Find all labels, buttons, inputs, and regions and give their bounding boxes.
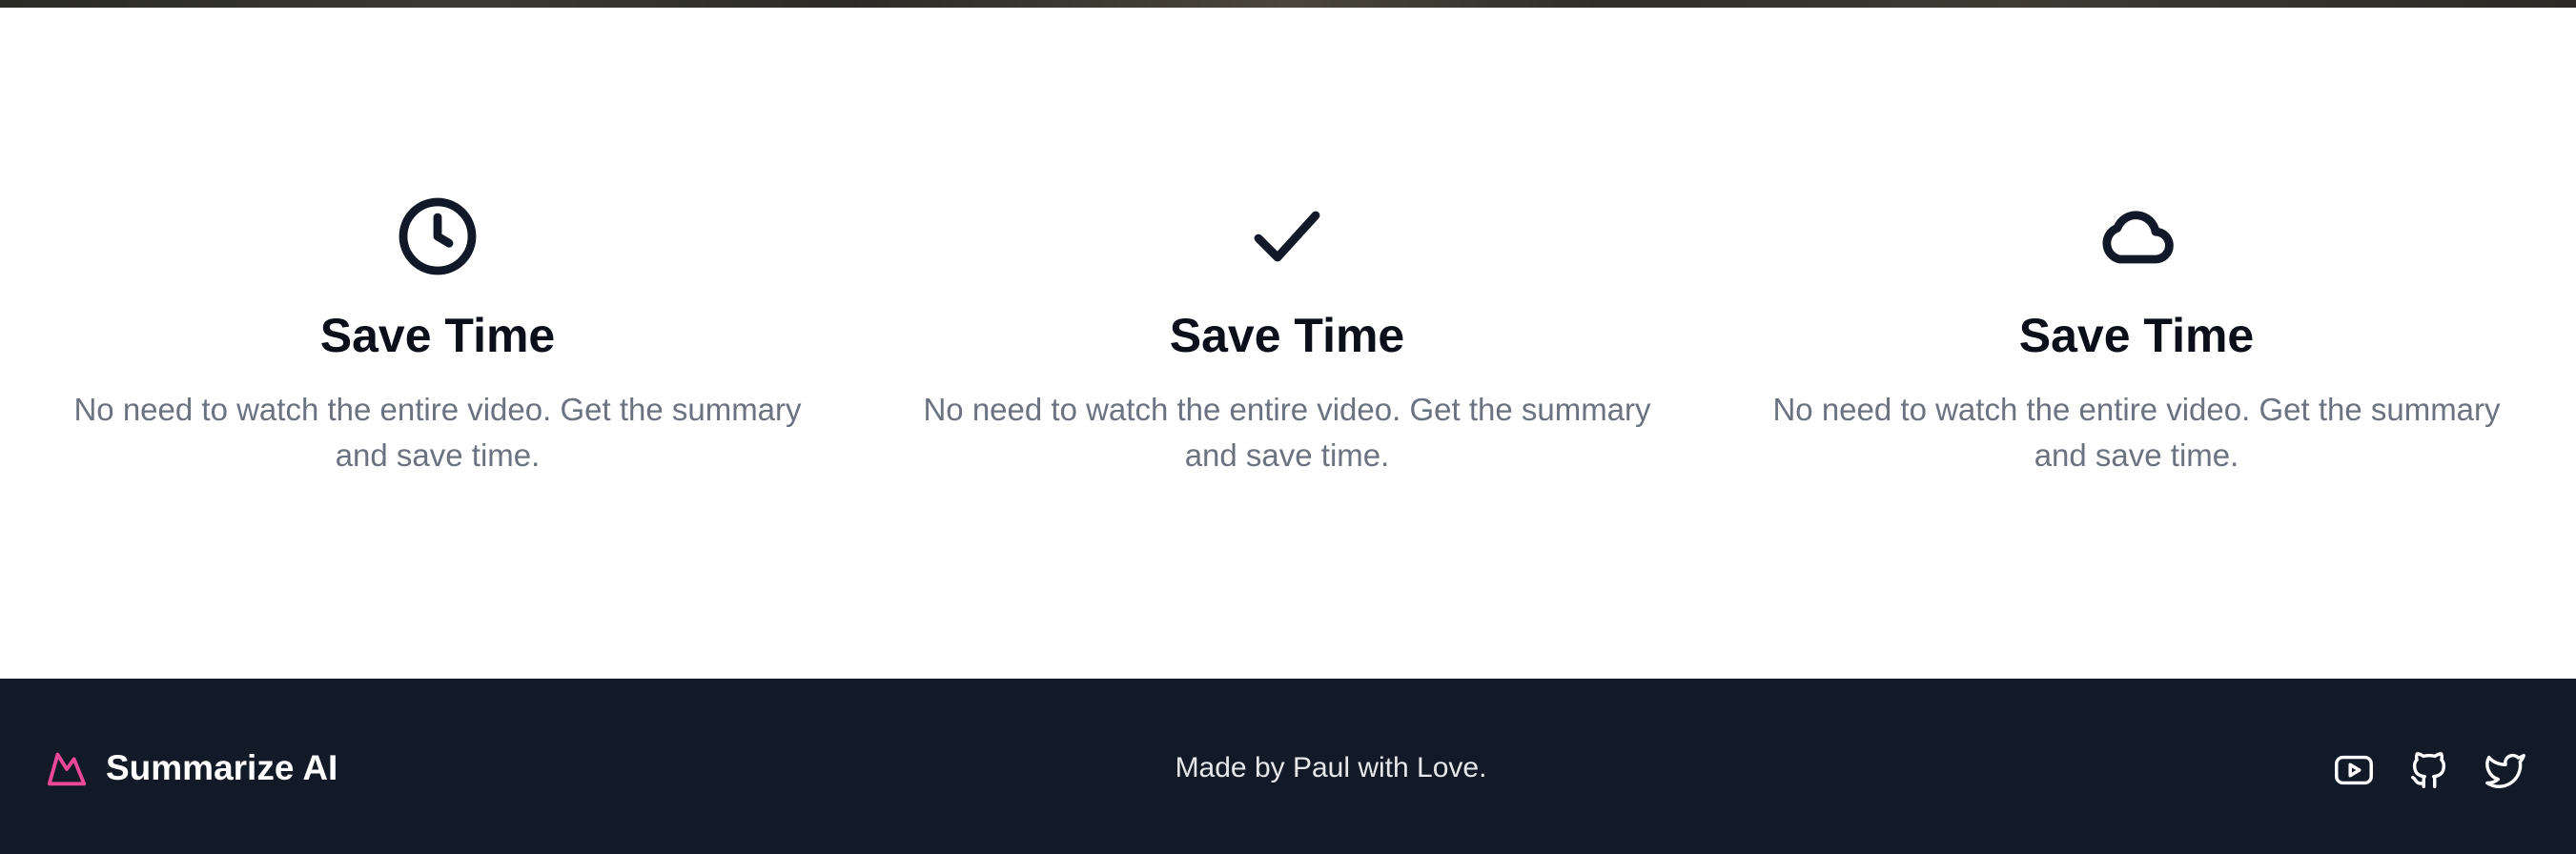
youtube-icon	[2335, 755, 2373, 785]
crown-logo-icon	[47, 752, 87, 786]
github-icon	[2411, 752, 2446, 788]
check-icon	[1254, 211, 1320, 262]
twitter-icon	[2485, 753, 2525, 788]
footer-brand[interactable]: Summarize AI	[45, 745, 337, 791]
feature-description: No need to watch the entire video. Get t…	[923, 392, 1651, 473]
clock-icon	[399, 197, 477, 275]
footer: Summarize AI Made by Paul with Love.	[0, 679, 2576, 854]
cloud-icon	[2102, 211, 2174, 264]
feature-title: Save Time	[2018, 309, 2255, 362]
feature-card: Save Time No need to watch the entire vi…	[1727, 191, 2546, 478]
youtube-link[interactable]	[2331, 747, 2377, 793]
feature-card: Save Time No need to watch the entire vi…	[877, 191, 1697, 478]
feature-description: No need to watch the entire video. Get t…	[73, 392, 802, 473]
features-section: Save Time No need to watch the entire vi…	[0, 8, 2576, 679]
feature-title: Save Time	[319, 309, 556, 362]
feature-description: No need to watch the entire video. Get t…	[1772, 392, 2501, 473]
hero-image-bottom-edge	[0, 0, 2576, 8]
github-link[interactable]	[2406, 747, 2452, 793]
feature-title: Save Time	[1169, 309, 1405, 362]
feature-card: Save Time No need to watch the entire vi…	[28, 191, 848, 478]
brand-name: Summarize AI	[106, 748, 338, 787]
footer-credit: Made by Paul with Love.	[1175, 752, 1487, 783]
twitter-link[interactable]	[2483, 747, 2528, 793]
